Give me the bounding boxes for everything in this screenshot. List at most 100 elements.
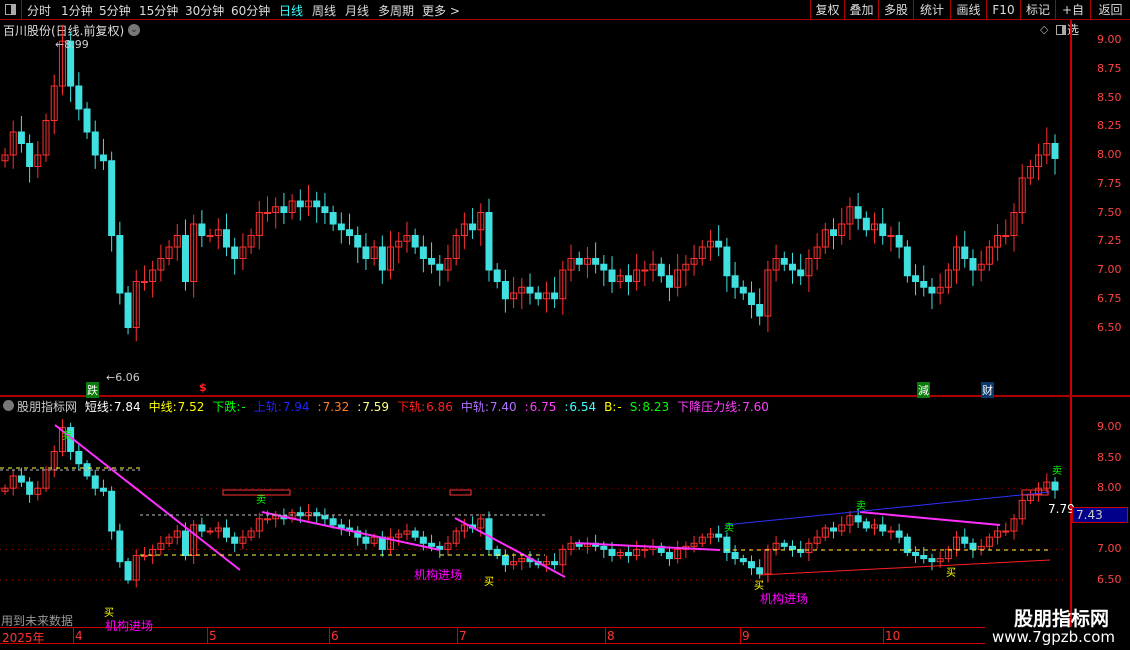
candle-body-main (534, 292, 542, 300)
candle-body-main (575, 258, 583, 265)
pressure-line (54, 424, 241, 571)
candle-body-main (715, 240, 723, 248)
date-label: 7 (459, 629, 467, 643)
candle-body-main (181, 235, 189, 282)
indicator-value-10: B:- (604, 400, 626, 414)
candle-body-main (485, 212, 493, 271)
candle-body-ind (928, 558, 936, 563)
indicator-label: : (357, 400, 362, 414)
candle-body-main (887, 235, 895, 237)
candle-body-main (789, 263, 796, 271)
candle-body-main (1002, 235, 1010, 237)
watermark-url: www.7gpzb.com (992, 628, 1115, 646)
signal-label-3: 机构进场 (760, 592, 809, 606)
signal-label-1: 机构进场 (105, 619, 154, 633)
indicator-values: 股朋指标网 短线:7.84 中线:7.52 下跌:- 上轨:7.94:7.32:7.5… (17, 398, 777, 415)
pressure-line (859, 511, 1001, 526)
indicator-label: 中轨: (460, 400, 489, 414)
indicator-number: 7.59 (362, 400, 390, 414)
indicator-name: 股朋指标网 (17, 400, 78, 414)
date-gridline (207, 628, 208, 643)
indicator-number: - (241, 400, 246, 414)
date-gridline (73, 628, 74, 643)
indicator-number: 7.94 (282, 400, 310, 414)
date-gridline (740, 628, 741, 643)
candle-body-main (469, 223, 477, 231)
indicator-settings-icon[interactable] (3, 400, 14, 411)
candle-body-main (879, 223, 887, 236)
lower-rail-line (759, 559, 1051, 576)
candle-body-main (641, 269, 649, 272)
candle-body-ind (551, 561, 559, 566)
low-label: ←6.06 (106, 371, 140, 384)
indicator-label: 上轨: (253, 400, 282, 414)
candle-body-ind (608, 548, 616, 557)
candle-body-main (756, 304, 764, 317)
candle-body-ind (920, 555, 928, 560)
indicator-number: 6.54 (569, 400, 597, 414)
indicator-label: : (317, 400, 322, 414)
buy-label-3: 买 (754, 581, 764, 592)
candle-body-main (912, 275, 920, 282)
candle-body-main (436, 263, 444, 271)
marker-die: 跌 (86, 382, 99, 398)
signal-label-2: 机构进场 (414, 568, 463, 582)
candle-body-ind (854, 515, 862, 523)
candle-body-main (140, 281, 148, 283)
indicator-value-4: :7.32 (318, 400, 354, 414)
high-label: ←8.99 (55, 38, 89, 51)
date-gridline (457, 628, 458, 643)
candle-body-ind (140, 555, 148, 558)
date-label: 10 (885, 629, 901, 643)
candle-body-main (231, 246, 239, 259)
candle-body-ind (419, 536, 427, 544)
candle-body-main (198, 223, 206, 236)
indicator-label: 下轨: (397, 400, 426, 414)
candle-body-main (362, 246, 370, 259)
date-label: 9 (742, 629, 750, 643)
sell-label-5: 卖 (1052, 466, 1062, 477)
date-label: 8 (607, 629, 615, 643)
candle-body-ind (895, 530, 903, 538)
candlestick-chart (0, 25, 1068, 588)
candle-body-ind (264, 518, 271, 521)
candle-body-main (961, 246, 969, 259)
candle-body-ind (715, 533, 723, 538)
candle-body-main (501, 281, 509, 300)
candle-body-ind (789, 545, 796, 550)
indicator-value-11: S:8.23 (630, 400, 673, 414)
candle-body-ind (108, 490, 116, 532)
candle-body-ind (26, 481, 34, 495)
candle-body-main (411, 235, 419, 248)
candle-body-main (346, 229, 354, 236)
candle-body-main (731, 275, 739, 288)
upper-rail-line (724, 491, 1051, 526)
candle-body-ind (879, 524, 887, 532)
candle-body-main (1051, 143, 1059, 159)
indicator-number: 6.86 (426, 400, 453, 414)
buy-label-2: 买 (484, 577, 494, 588)
date-gridline (605, 628, 606, 643)
candle-body-main (526, 286, 534, 294)
candle-body-main (895, 235, 903, 248)
candle-body-ind (91, 475, 99, 489)
candle-body-main (337, 223, 345, 231)
candle-body-main (75, 85, 83, 110)
date-gridline (329, 628, 330, 643)
candle-body-ind (731, 551, 739, 560)
candle-body-main (592, 258, 600, 265)
candle-body-main (428, 258, 436, 265)
candle-body-ind (116, 530, 124, 563)
candle-body-main (551, 292, 559, 300)
candle-body-ind (501, 555, 509, 566)
candle-body-ind (912, 551, 920, 557)
candle-body-ind (747, 561, 755, 569)
candle-body-main (313, 200, 321, 208)
candle-body-ind (641, 548, 649, 551)
date-label: 6 (331, 629, 339, 643)
candle-body-ind (739, 558, 747, 563)
pressure-line (454, 517, 566, 578)
indicator-value-7: 中轨:7.40 (461, 400, 521, 414)
candle-body-main (920, 281, 928, 288)
candle-body-main (747, 292, 755, 305)
